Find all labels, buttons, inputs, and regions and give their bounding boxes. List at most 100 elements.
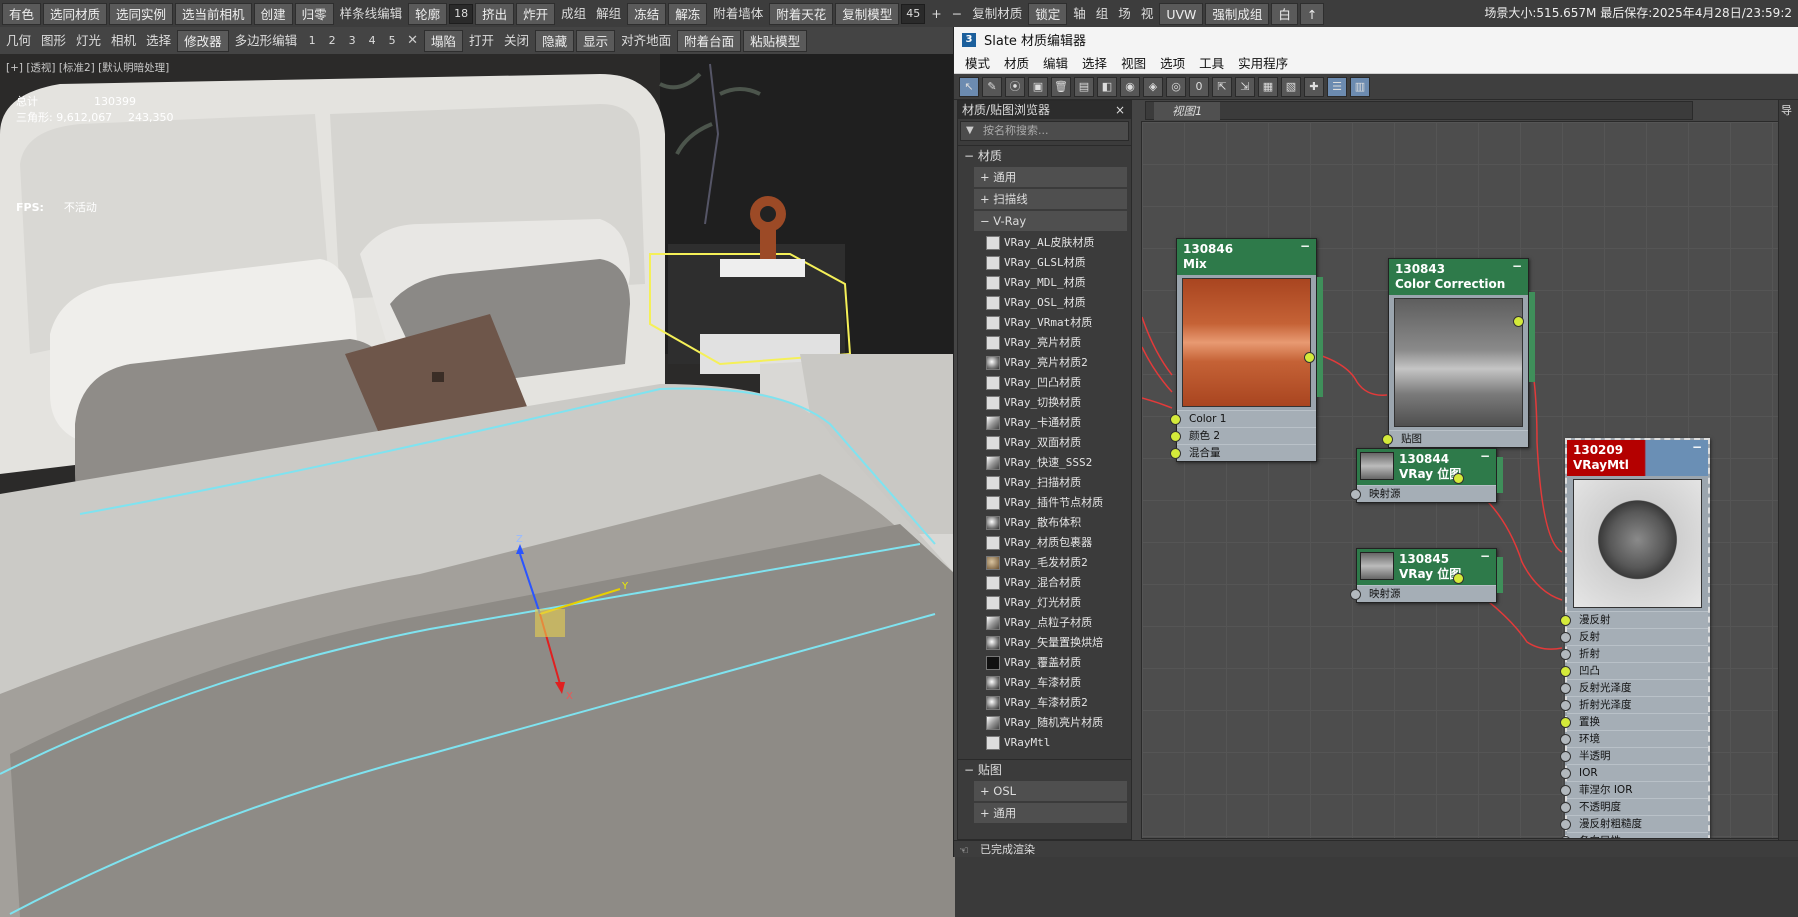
minimize-icon[interactable]: − <box>1480 449 1490 464</box>
input-socket-icon[interactable] <box>1560 836 1571 838</box>
minimize-icon[interactable]: − <box>1480 549 1490 564</box>
toolbar-button[interactable]: 解冻 <box>668 2 708 25</box>
move-icon[interactable]: ⇱ <box>1212 76 1232 97</box>
input-socket-icon[interactable] <box>1170 448 1181 459</box>
node-header[interactable]: 130845 VRay 位图 − <box>1357 549 1496 585</box>
input-socket-icon[interactable] <box>1170 431 1181 442</box>
material-list-item[interactable]: VRay_散布体积 <box>982 513 1131 533</box>
input-socket-icon[interactable] <box>1560 734 1571 745</box>
toolbar-button[interactable]: 选当前相机 <box>175 2 252 25</box>
material-list-item[interactable]: VRay_切换材质 <box>982 393 1131 413</box>
material-list-item[interactable]: VRay_材质包裹器 <box>982 533 1131 553</box>
material-list-item[interactable]: VRay_快速_SSS2 <box>982 453 1131 473</box>
slot-mapping-source[interactable]: 映射源 <box>1350 585 1496 602</box>
material-list-item[interactable]: VRay_灯光材质 <box>982 593 1131 613</box>
material-list-item[interactable]: VRay_车漆材质 <box>982 673 1131 693</box>
category-maps[interactable]: − 贴图 <box>958 759 1131 779</box>
toolbar-item[interactable]: − <box>948 3 966 25</box>
material-list-item[interactable]: VRay_亮片材质2 <box>982 353 1131 373</box>
toolbar-item[interactable]: 成组 <box>557 3 590 25</box>
group-general[interactable]: + 通用 <box>974 167 1127 187</box>
toolbar-button[interactable]: 修改器 <box>177 29 229 52</box>
bg-icon[interactable]: ◧ <box>1097 76 1117 97</box>
input-socket-icon[interactable] <box>1560 632 1571 643</box>
close-icon[interactable]: × <box>1115 101 1131 119</box>
menu-item[interactable]: 实用程序 <box>1231 53 1295 72</box>
material-slot[interactable]: 环境 <box>1560 730 1708 747</box>
material-list-item[interactable]: VRay_卡通材质 <box>982 413 1131 433</box>
toolbar-button[interactable]: 选同实例 <box>109 2 174 25</box>
menu-item[interactable]: 工具 <box>1192 53 1231 72</box>
input-socket-icon[interactable] <box>1560 785 1571 796</box>
toolbar-button[interactable]: 锁定 <box>1028 2 1068 25</box>
slot-mix-amount[interactable]: 混合量 <box>1170 444 1316 461</box>
sphere-icon[interactable]: ⦿ <box>1005 76 1025 97</box>
material-slot[interactable]: 反射光泽度 <box>1560 679 1708 696</box>
material-slot[interactable]: 菲涅尔 IOR <box>1560 781 1708 798</box>
navigator-icon[interactable]: ✚ <box>1304 76 1324 97</box>
group-vray[interactable]: − V-Ray <box>974 211 1127 231</box>
toolbar-button[interactable]: 强制成组 <box>1205 2 1270 25</box>
toolbar-item[interactable]: 关闭 <box>500 30 533 52</box>
delete-icon[interactable]: 🗑 <box>1051 76 1071 97</box>
input-socket-icon[interactable] <box>1560 666 1571 677</box>
toolbar-item[interactable]: 对齐地面 <box>617 30 675 52</box>
toolbar-item[interactable]: 3 <box>343 30 361 52</box>
toolbar-button[interactable]: 冻结 <box>627 2 667 25</box>
material-slot[interactable]: IOR <box>1560 764 1708 781</box>
toolbar-button[interactable]: 隐藏 <box>535 29 575 52</box>
node-color-correction[interactable]: 130843 Color Correction − 贴图 <box>1382 258 1529 448</box>
group-general-maps[interactable]: + 通用 <box>974 803 1127 823</box>
slot-mapping-source[interactable]: 映射源 <box>1350 485 1496 502</box>
input-socket-icon[interactable] <box>1350 489 1361 500</box>
menu-item[interactable]: 编辑 <box>1036 53 1075 72</box>
material-list-item[interactable]: VRay_VRmat材质 <box>982 313 1131 333</box>
tab-view1[interactable]: 视图1 <box>1154 102 1221 120</box>
material-list-item[interactable]: VRay_扫描材质 <box>982 473 1131 493</box>
slot-map[interactable]: 贴图 <box>1382 430 1528 447</box>
node-vray-bitmap-1[interactable]: 130844 VRay 位图 − 映射源 <box>1350 448 1497 503</box>
toolbar-item[interactable]: 组 <box>1092 3 1113 25</box>
slot-color1[interactable]: Color 1 <box>1170 410 1316 427</box>
toolbar-item[interactable]: 解组 <box>592 3 625 25</box>
material-slot[interactable]: 置换 <box>1560 713 1708 730</box>
minimize-icon[interactable]: − <box>1512 259 1522 274</box>
material-slot[interactable]: 折射光泽度 <box>1560 696 1708 713</box>
editor-titlebar[interactable]: 3 Slate 材质编辑器 <box>954 27 1798 52</box>
toolbar-button[interactable]: UVW <box>1159 2 1204 25</box>
pick-icon[interactable]: ✎ <box>982 76 1002 97</box>
select-icon[interactable]: ↖ <box>959 76 979 97</box>
material-list-item[interactable]: VRay_混合材质 <box>982 573 1131 593</box>
toolbar-button[interactable]: 挤出 <box>475 2 515 25</box>
menu-item[interactable]: 视图 <box>1114 53 1153 72</box>
input-socket-icon[interactable] <box>1382 434 1393 445</box>
menu-item[interactable]: 材质 <box>997 53 1036 72</box>
input-socket-icon[interactable] <box>1560 649 1571 660</box>
input-socket-icon[interactable] <box>1560 802 1571 813</box>
node-vraymtl[interactable]: 130209 VRayMtl − 漫反射 反射 折射 凹凸 反射光泽度 折射光泽度 置换 环境… <box>1560 438 1710 838</box>
toolbar-button[interactable]: 复制模型 <box>835 2 900 25</box>
material-list-item[interactable]: VRay_双面材质 <box>982 433 1131 453</box>
group-scanline[interactable]: + 扫描线 <box>974 189 1127 209</box>
material-list-item[interactable]: VRay_凹凸材质 <box>982 373 1131 393</box>
toolbar-button[interactable]: 创建 <box>253 2 293 25</box>
viewport-label[interactable]: [+] [透视] [标准2] [默认明暗处理] <box>6 60 169 75</box>
toolbar-item[interactable]: 相机 <box>107 30 140 52</box>
layout2-icon[interactable]: ▧ <box>1281 76 1301 97</box>
toolbar-item[interactable]: 轴 <box>1069 3 1090 25</box>
output-socket-icon[interactable] <box>1304 352 1315 363</box>
node-header[interactable]: 130846 Mix − <box>1177 239 1316 275</box>
toolbar-button[interactable]: ↑ <box>1299 2 1325 25</box>
preview-icon[interactable]: ◉ <box>1120 76 1140 97</box>
toolbar-item[interactable]: 选择 <box>142 30 175 52</box>
material-list-item[interactable]: VRay_OSL_材质 <box>982 293 1131 313</box>
material-list-item[interactable]: VRay_MDL_材质 <box>982 273 1131 293</box>
toolbar-item[interactable]: 1 <box>303 30 321 52</box>
material-list-item[interactable]: VRay_覆盖材质 <box>982 653 1131 673</box>
toolbar-button[interactable]: 归零 <box>294 2 334 25</box>
toolbar-item[interactable]: 样条线编辑 <box>336 3 407 25</box>
toolbar-item[interactable]: 附着墙体 <box>709 3 767 25</box>
material-list-item[interactable]: VRay_插件节点材质 <box>982 493 1131 513</box>
material-slot[interactable]: 反射 <box>1560 628 1708 645</box>
perspective-viewport[interactable]: [+] [透视] [标准2] [默认明暗处理] 总计 130399 三角形: 9,… <box>0 54 955 917</box>
